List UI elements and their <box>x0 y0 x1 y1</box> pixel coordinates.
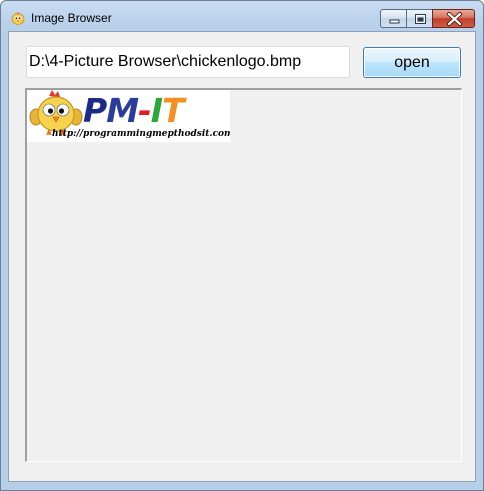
logo-url: http://programmingmepthodsit.com <box>52 129 230 139</box>
image-viewer-panel[interactable]: PM-IT http://programmingmepthodsit.com <box>25 88 462 462</box>
app-window: Image Browser D:\4-Picture Browser\chick… <box>0 0 484 491</box>
maximize-button[interactable] <box>406 9 432 28</box>
chick-icon <box>11 12 25 25</box>
open-button[interactable]: open <box>363 47 461 78</box>
maximize-icon <box>415 14 426 24</box>
window-title: Image Browser <box>31 11 112 25</box>
caption-buttons <box>380 9 475 29</box>
title-bar[interactable]: Image Browser <box>1 1 483 31</box>
close-button[interactable] <box>432 9 475 28</box>
close-icon <box>447 12 462 26</box>
logo-wordmark: PM-IT <box>83 91 185 130</box>
minimize-icon <box>389 19 400 24</box>
client-area: open <box>8 31 476 482</box>
minimize-button[interactable] <box>380 9 406 28</box>
loaded-image: PM-IT http://programmingmepthodsit.com <box>27 90 230 142</box>
file-path-input[interactable] <box>26 46 350 78</box>
